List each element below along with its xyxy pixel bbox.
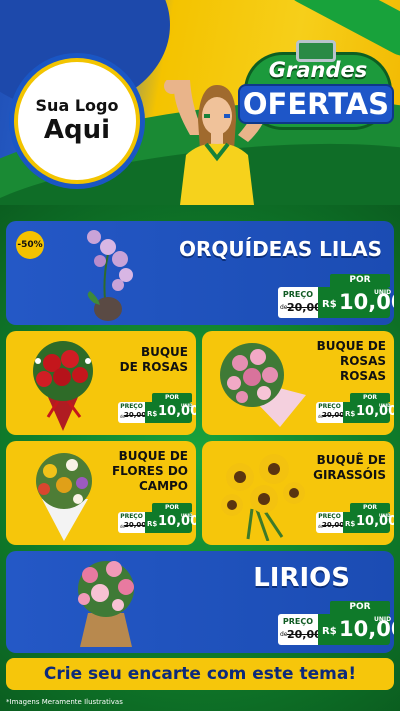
old-price: 20,00: [287, 628, 322, 641]
discount-badge: -50%: [16, 231, 44, 259]
new-price-box: R$ 10,00 UNID: [145, 402, 196, 423]
currency-label: R$: [147, 410, 158, 418]
lily-bouquet-icon: [78, 561, 134, 647]
price-por-label: POR: [330, 601, 390, 614]
unit-label: UNID: [374, 616, 392, 623]
price-por-label: POR: [152, 503, 192, 512]
product-name-line-3: ROSAS: [339, 369, 386, 383]
price-por-label: POR: [350, 503, 390, 512]
product-name-line-1: BUQUE: [140, 345, 188, 359]
price-por-label: POR: [350, 393, 390, 402]
disclaimer-text: *Imagens Meramente Ilustrativas: [6, 698, 123, 706]
logo-line-2: Aqui: [43, 115, 111, 145]
new-price-box: R$ 10,00 UNID: [145, 512, 196, 533]
old-price: 20,00: [124, 411, 147, 419]
product-card-buque-rosas-rosas[interactable]: BUQUE DE ROSAS ROSAS POR PREÇO de 20,00 …: [202, 331, 394, 435]
cta-banner[interactable]: Crie seu encarte com este tema!: [6, 658, 394, 690]
product-name: BUQUE DE FLORES DO CAMPO: [112, 449, 188, 494]
product-name-line-2: FLORES DO: [111, 464, 188, 478]
preco-label: PREÇO: [120, 403, 143, 410]
logo-placeholder[interactable]: Sua Logo Aqui: [14, 58, 140, 184]
old-price: 20,00: [322, 521, 345, 529]
sunflower-bouquet-icon: [221, 454, 305, 541]
price-tag: POR PREÇO de 20,00 R$ 10,00 UNID: [278, 274, 394, 318]
price-tag: POR PREÇO de 20,00 R$ 10,00 UNID: [118, 393, 196, 423]
old-price: 20,00: [322, 411, 345, 419]
currency-label: R$: [345, 410, 356, 418]
price-tag: POR PREÇO de 20,00 R$ 10,00 UNID: [118, 503, 196, 533]
product-name: BUQUE DE ROSAS ROSAS: [317, 339, 386, 384]
old-price-box: PREÇO de 20,00: [278, 614, 322, 645]
preco-label: PREÇO: [318, 513, 341, 520]
currency-label: R$: [322, 626, 337, 637]
unit-label: UNID: [374, 289, 392, 296]
rose-bouquet-icon: [33, 341, 93, 431]
old-price-box: PREÇO de 20,00: [316, 512, 345, 533]
old-price: 20,00: [287, 301, 322, 314]
product-card-buque-rosas[interactable]: BUQUE DE ROSAS POR PREÇO de 20,00 R$ 10,…: [6, 331, 196, 435]
product-name-line-1: BUQUE DE: [316, 339, 386, 353]
logo-line-1: Sua Logo: [35, 96, 119, 115]
product-name: LIRIOS: [253, 563, 350, 593]
old-price: 20,00: [124, 521, 147, 529]
product-name: BUQUE DE ROSAS: [120, 345, 188, 375]
price-tag: POR PREÇO de 20,00 R$ 10,00 UNID: [316, 503, 394, 533]
currency-label: R$: [345, 520, 356, 528]
brand-line-2: OFERTAS: [238, 84, 394, 124]
unit-label: UNID: [181, 513, 193, 518]
product-name-line-2: ROSAS: [339, 354, 386, 368]
unit-label: UNID: [181, 403, 193, 408]
old-price-box: PREÇO de 20,00: [118, 402, 147, 423]
header-banner: Sua Logo Aqui Grandes OFERTAS: [0, 0, 400, 205]
grandes-ofertas-logo: Grandes OFERTAS: [238, 40, 394, 134]
new-price-box: R$ 10,00 UNID: [318, 614, 394, 645]
new-price-box: R$ 10,00 UNID: [343, 402, 394, 423]
brand-line-1: Grandes: [268, 58, 368, 82]
product-name-line-3: CAMPO: [138, 479, 188, 493]
preco-label: PREÇO: [120, 513, 143, 520]
currency-label: R$: [147, 520, 158, 528]
new-price-box: R$ 10,00 UNID: [343, 512, 394, 533]
product-name-line-2: GIRASSÓIS: [313, 468, 386, 482]
product-name: BUQUÊ DE GIRASSÓIS: [313, 453, 386, 483]
product-card-lirios[interactable]: LIRIOS POR PREÇO de 20,00 R$ 10,00 UNID: [6, 551, 394, 653]
product-card-girassois[interactable]: BUQUÊ DE GIRASSÓIS POR PREÇO de 20,00 R$…: [202, 441, 394, 545]
new-price-box: R$ 10,00 UNID: [318, 287, 394, 318]
preco-label: PREÇO: [282, 617, 314, 626]
product-name: ORQUÍDEAS LILAS: [178, 237, 382, 261]
flyer-page: Sua Logo Aqui Grandes OFERTAS -50% ORQUÍ…: [0, 0, 400, 711]
product-name-line-1: BUQUE DE: [118, 449, 188, 463]
wildflower-bouquet-icon: [36, 453, 92, 541]
old-price-box: PREÇO de 20,00: [316, 402, 345, 423]
old-price-box: PREÇO de 20,00: [278, 287, 322, 318]
preco-label: PREÇO: [282, 290, 314, 299]
pink-rose-bouquet-icon: [220, 343, 306, 427]
currency-label: R$: [322, 299, 337, 310]
price-por-label: POR: [152, 393, 192, 402]
product-name-line-1: BUQUÊ DE: [316, 453, 386, 467]
orchid-icon: [87, 230, 133, 321]
preco-label: PREÇO: [318, 403, 341, 410]
unit-label: UNID: [379, 403, 391, 408]
price-por-label: POR: [330, 274, 390, 287]
price-tag: POR PREÇO de 20,00 R$ 10,00 UNID: [316, 393, 394, 423]
old-price-box: PREÇO de 20,00: [118, 512, 147, 533]
product-name-line-2: DE ROSAS: [119, 360, 188, 374]
price-tag: POR PREÇO de 20,00 R$ 10,00 UNID: [278, 601, 394, 645]
unit-label: UNID: [379, 513, 391, 518]
product-card-orquideas[interactable]: -50% ORQUÍDEAS LILAS POR PREÇO de 20,00 …: [6, 221, 394, 325]
product-card-flores-do-campo[interactable]: BUQUE DE FLORES DO CAMPO POR PREÇO de 20…: [6, 441, 196, 545]
